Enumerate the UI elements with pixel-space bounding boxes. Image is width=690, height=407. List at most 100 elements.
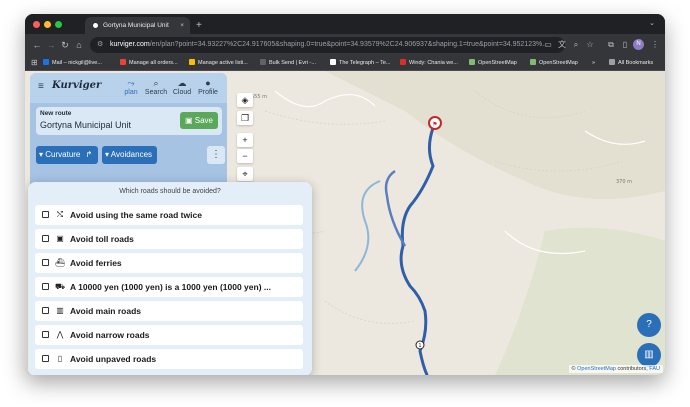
layers-icon[interactable]: ◈: [237, 93, 253, 107]
bookmark-item[interactable]: Manage all orders...: [120, 56, 178, 70]
fau-link[interactable]: FAU: [649, 366, 660, 372]
bookmark-item[interactable]: OpenStreetMap: [530, 56, 578, 70]
bookmark-item[interactable]: Mail – nickgil@live...: [43, 56, 102, 70]
chevron-down-icon: ▾: [39, 150, 44, 159]
zoom-icon[interactable]: ⌕: [570, 38, 582, 52]
person-icon: ●: [205, 78, 211, 88]
url-text[interactable]: kurviger.com/en/plan?point=34.93227%2C24…: [110, 37, 555, 53]
ferry-icon: ⛴: [54, 258, 66, 267]
route-card: New route Gortyna Municipal Unit ▣ Save: [36, 107, 222, 135]
bookmark-item[interactable]: Manage active listi...: [189, 56, 248, 70]
browser-tab[interactable]: Gortyna Municipal Unit ×: [85, 17, 190, 34]
option-avoid-ferries[interactable]: ⛴ Avoid ferries: [35, 253, 303, 273]
save-button[interactable]: ▣ Save: [180, 112, 218, 129]
nav-profile[interactable]: ● Profile: [196, 78, 220, 100]
checkbox[interactable]: [42, 235, 49, 242]
car-icon: ⛟: [54, 282, 66, 291]
browser-menu-icon[interactable]: ⋮: [649, 38, 661, 52]
kurviger-favicon: [92, 22, 99, 29]
translate-icon[interactable]: 文: [556, 38, 568, 52]
option-avoid-toll[interactable]: ▣ Avoid toll roads: [35, 229, 303, 249]
checkbox[interactable]: [42, 211, 49, 218]
cast-icon[interactable]: ▭: [542, 38, 554, 52]
address-bar[interactable]: ⚙ kurviger.com/en/plan?point=34.93227%2C…: [90, 37, 565, 53]
home-icon[interactable]: ⌂: [73, 38, 85, 52]
profile-avatar[interactable]: N: [633, 39, 644, 50]
nav-plan[interactable]: ⤳ plan: [119, 78, 143, 100]
dialog-title: Which roads should be avoided?: [28, 182, 312, 202]
phone-icon: ▯: [57, 354, 63, 363]
option-avoid-same-road[interactable]: ⤭ Avoid using the same road twice: [35, 205, 303, 225]
apps-icon[interactable]: ⊞: [31, 56, 38, 70]
nav-cloud[interactable]: ☁ Cloud: [170, 78, 194, 100]
route-icon: ⤳: [127, 78, 135, 88]
page-content: ⚑ 1 555 m 370 m ≡ Kurviger ⤳ plan ⌕ Sear…: [25, 71, 665, 375]
all-bookmarks[interactable]: All Bookmarks: [609, 56, 653, 70]
flag-glyph: ⚑: [432, 121, 437, 128]
app-header: ≡ Kurviger ⤳ plan ⌕ Search ☁ Cloud ● Pro…: [30, 73, 227, 103]
zoom-out-button[interactable]: −: [237, 149, 253, 163]
cloud-icon: ☁: [177, 78, 187, 88]
side-panel-icon[interactable]: ▯: [619, 38, 631, 52]
elevation-label: 555 m: [251, 94, 267, 100]
curvature-dropdown[interactable]: ▾ Curvature ↱: [36, 146, 98, 164]
browser-window: Gortyna Municipal Unit × + ⌄ ← → ↻ ⌂ ⚙ k…: [25, 14, 665, 375]
bookmark-item[interactable]: Bulk Send | Evri -...: [260, 56, 316, 70]
back-icon[interactable]: ←: [31, 38, 43, 52]
minimize-window-button[interactable]: [44, 21, 51, 28]
tab-search-icon[interactable]: ⌄: [647, 19, 657, 29]
checkbox[interactable]: [42, 259, 49, 266]
waypoint-label: 1: [418, 343, 421, 349]
bookmark-item[interactable]: OpenStreetMap: [469, 56, 517, 70]
checkbox[interactable]: [42, 331, 49, 338]
route-heading: New route: [40, 110, 72, 117]
curve-icon: ↱: [85, 150, 93, 159]
option-avoid-motorways[interactable]: ⛟ A 10000 yen (1000 yen) is a 1000 yen (…: [35, 277, 303, 297]
copy-icon[interactable]: ❐: [237, 111, 253, 125]
site-info-icon[interactable]: ⚙: [97, 37, 103, 53]
bookmarks-bar: ⊞ Mail – nickgil@live... Manage all orde…: [25, 56, 665, 71]
browser-toolbar: ← → ↻ ⌂ ⚙ kurviger.com/en/plan?point=34.…: [25, 34, 665, 56]
zoom-in-button[interactable]: +: [237, 133, 253, 147]
shuffle-icon: ⤭: [56, 210, 64, 219]
bookmark-item[interactable]: Windy: Chania we...: [400, 56, 458, 70]
tab-close-icon[interactable]: ×: [180, 17, 184, 34]
chevron-down-icon: ▾: [105, 150, 110, 159]
tab-title: Gortyna Municipal Unit: [103, 22, 169, 29]
checkbox[interactable]: [42, 307, 49, 314]
road-icon: ▥: [56, 306, 64, 315]
nav-search[interactable]: ⌕ Search: [144, 78, 168, 100]
avoidances-dialog: Which roads should be avoided? ⤭ Avoid u…: [28, 182, 312, 375]
help-button[interactable]: ?: [637, 313, 661, 337]
close-window-button[interactable]: [33, 21, 40, 28]
maximize-window-button[interactable]: [55, 21, 62, 28]
search-icon: ⌕: [153, 78, 159, 88]
more-options-button[interactable]: ⋮: [207, 146, 225, 164]
extension-icon[interactable]: ⧉: [605, 38, 617, 52]
bookmark-item[interactable]: The Telegraph – Te...: [330, 56, 390, 70]
bookmarks-overflow[interactable]: »: [592, 56, 595, 70]
option-avoid-main-roads[interactable]: ▥ Avoid main roads: [35, 301, 303, 321]
map-attribution: © OpenStreetMap contributors, FAU: [568, 365, 663, 373]
narrow-road-icon: ⋀: [56, 330, 64, 339]
bookmark-star-icon[interactable]: ☆: [584, 38, 596, 52]
menu-icon[interactable]: ≡: [38, 82, 48, 92]
app-logo[interactable]: Kurviger: [52, 80, 101, 91]
new-tab-button[interactable]: +: [196, 17, 202, 34]
forward-icon[interactable]: →: [45, 38, 57, 52]
route-name-field[interactable]: Gortyna Municipal Unit: [40, 120, 131, 130]
option-avoid-unpaved[interactable]: ▯ Avoid unpaved roads: [35, 349, 303, 369]
reload-icon[interactable]: ↻: [59, 38, 71, 52]
dialog-body: ⤭ Avoid using the same road twice ▣ Avoi…: [28, 202, 312, 375]
checkbox[interactable]: [42, 283, 49, 290]
option-avoid-narrow-roads[interactable]: ⋀ Avoid narrow roads: [35, 325, 303, 345]
checkbox[interactable]: [42, 355, 49, 362]
save-icon: ▣: [184, 116, 195, 125]
avoidances-dropdown[interactable]: ▾ Avoidances: [102, 146, 157, 164]
elevation-label: 370 m: [616, 179, 632, 185]
elevation-chart-button[interactable]: ▥: [637, 343, 661, 367]
locate-icon[interactable]: ⌖: [237, 167, 253, 181]
money-icon: ▣: [56, 234, 64, 243]
osm-link[interactable]: OpenStreetMap: [577, 366, 616, 372]
tab-strip: Gortyna Municipal Unit × + ⌄: [25, 14, 665, 34]
